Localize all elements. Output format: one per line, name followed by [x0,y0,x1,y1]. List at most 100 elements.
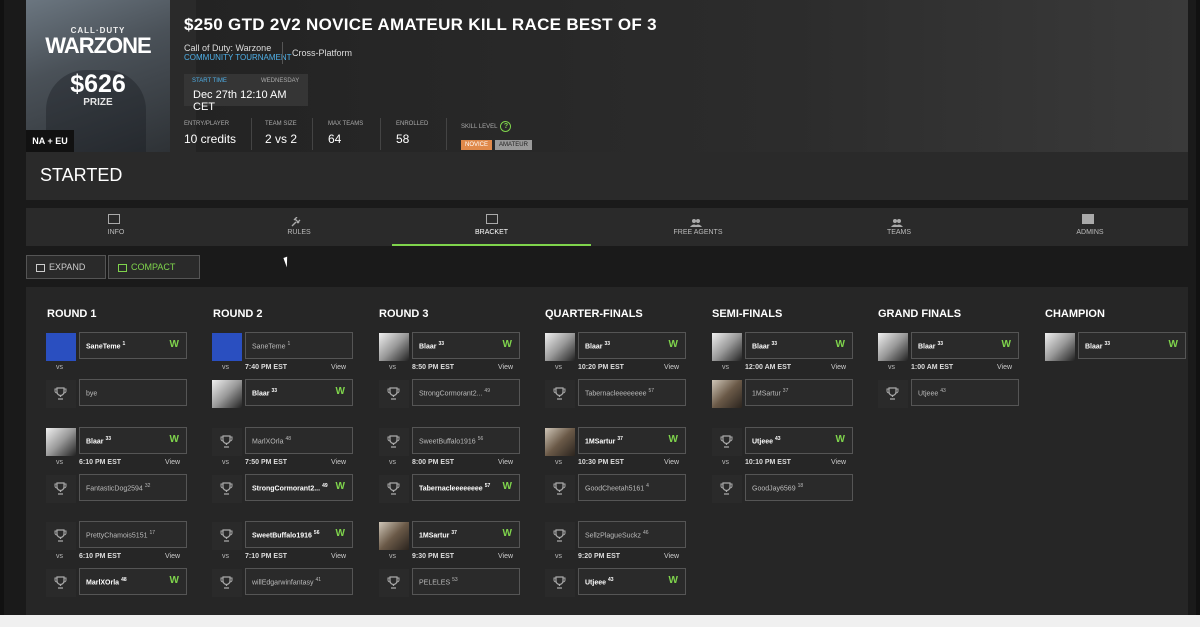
win-indicator: W [835,434,845,445]
view-match-link[interactable]: View [331,459,346,466]
team-name-text: willEdgarwinfantasy [252,579,314,587]
team-slot[interactable]: SweetBuffalo1916 56 [412,427,520,454]
team-slot[interactable]: StrongCormorant2... 49 W [245,474,353,501]
team-slot[interactable]: Tabernacleeeeeeee 57 W [412,474,520,501]
team-name-text: 1MSartur [585,438,616,446]
tab-bracket[interactable]: BRACKET [392,208,591,246]
win-indicator: W [1168,339,1178,350]
team-slot[interactable]: Blaar 33 W [245,379,353,406]
team-slot[interactable]: 1MSartur 37 [745,379,853,406]
team-slot[interactable]: SaneTeme 1 W [79,332,187,359]
tab-rules[interactable]: RULES [216,208,382,246]
team-name: GoodCheetah5161 4 [585,483,649,492]
team-name: Blaar 33 [86,436,111,445]
team-slot[interactable]: GoodJay6569 18 [745,474,853,501]
team-slot[interactable]: 1MSartur 37 W [412,521,520,548]
team-seed: 48 [121,577,127,583]
view-match-link[interactable]: View [997,364,1012,371]
team-name: SellzPlagueSuckz 46 [585,530,649,539]
team-slot[interactable]: 1MSartur 37 W [578,427,686,454]
win-indicator: W [335,528,345,539]
team-slot[interactable]: Utjeee 43 [911,379,1019,406]
stat-label: TEAM SIZE [265,121,297,127]
team-slot[interactable]: Blaar 33 W [79,427,187,454]
team-slot[interactable]: SellzPlagueSuckz 46 [578,521,686,548]
view-match-link[interactable]: View [498,364,513,371]
vs-label: vs [222,459,229,466]
poster-prize-amount: $626 [70,70,126,98]
team-seed: 43 [775,436,781,442]
tab-label: RULES [287,229,311,236]
tournament-poster: CALL·DUTY WARZONE $626 PRIZE NA + EU [26,0,170,152]
skill-badge-novice: NOVICE [461,140,493,150]
team-slot[interactable]: Blaar 33 W [578,332,686,359]
team-slot[interactable]: willEdgarwinfantasy 41 [245,568,353,595]
team-name-text: StrongCormorant2... [419,390,483,398]
team-seed: 33 [937,341,944,347]
trophy-icon [212,569,242,597]
team-seed: 56 [313,530,320,536]
stat-entry: ENTRY/PLAYER 10 credits [184,121,236,146]
team-slot[interactable]: Blaar 33 W [745,332,853,359]
team-name: 1MSartur 37 [585,436,623,445]
view-match-link[interactable]: View [331,364,346,371]
view-match-link[interactable]: View [331,553,346,560]
help-icon[interactable]: ? [500,121,512,132]
tournament-type-link[interactable]: COMMUNITY TOURNAMENT [184,53,292,62]
team-slot[interactable]: SaneTeme 1 [245,332,353,359]
tab-free-agents[interactable]: FREE AGENTS [615,208,781,246]
team-slot[interactable]: GoodCheetah5161 4 [578,474,686,501]
team-slot[interactable]: SweetBuffalo1916 56 W [245,521,353,548]
view-match-link[interactable]: View [165,553,180,560]
team-slot[interactable]: Blaar 33 W [911,332,1019,359]
team-avatar [379,522,409,550]
view-match-link[interactable]: View [831,459,846,466]
tab-teams[interactable]: TEAMS [816,208,982,246]
champion-team[interactable]: Blaar 33 W [1078,332,1186,359]
compact-button[interactable]: COMPACT [108,255,200,279]
tab-info[interactable]: INFO [33,208,199,246]
team-slot[interactable]: Blaar 33 W [412,332,520,359]
team-slot[interactable]: Utjeee 43 W [745,427,853,454]
team-slot[interactable]: StrongCormorant2... 49 [412,379,520,406]
team-name-text: FantasticDog2594 [86,485,143,493]
team-slot[interactable]: Tabernacleeeeeeee 57 [578,379,686,406]
team-slot[interactable]: FantasticDog2594 32 [79,474,187,501]
view-match-link[interactable]: View [498,553,513,560]
team-avatar [545,333,575,361]
team-seed: 43 [940,388,946,394]
view-match-link[interactable]: View [664,459,679,466]
team-slot[interactable]: bye [79,379,187,406]
team-name-text: Utjeee [918,390,939,398]
view-match-link[interactable]: View [498,459,513,466]
view-match-link[interactable]: View [165,459,180,466]
trophy-icon [46,569,76,597]
team-slot[interactable]: MarlXOrla 48 [245,427,353,454]
view-match-link[interactable]: View [664,364,679,371]
team-slot[interactable]: PELELES 53 [412,568,520,595]
team-name-text: Utjeee [752,438,774,446]
view-match-link[interactable]: View [831,364,846,371]
vs-label: vs [222,364,229,371]
team-name: Utjeee 43 [752,436,781,445]
team-name-text: Tabernacleeeeeeee [419,485,483,493]
window-edge-right [1196,0,1200,615]
team-name-text: Blaar [1085,343,1103,351]
stat-value: 58 [396,132,410,146]
match-time: 1:00 AM EST [911,364,954,371]
platform-label: Cross-Platform [292,48,353,58]
team-name: SaneTeme 1 [86,341,125,350]
round-header: CHAMPION [1045,308,1105,320]
expand-button[interactable]: EXPAND [26,255,106,279]
team-seed: 33 [1104,341,1111,347]
round-header: ROUND 1 [47,308,97,320]
team-seed: 46 [643,530,649,536]
view-match-link[interactable]: View [664,553,679,560]
team-slot[interactable]: Utjeee 43 W [578,568,686,595]
team-seed: 37 [782,388,789,394]
team-name: Blaar 33 [252,388,277,397]
team-slot[interactable]: PrettyChamois5151 17 [79,521,187,548]
tab-admins[interactable]: ADMINS [1007,208,1173,246]
trophy-icon [212,522,242,550]
team-slot[interactable]: MarlXOrla 48 W [79,568,187,595]
